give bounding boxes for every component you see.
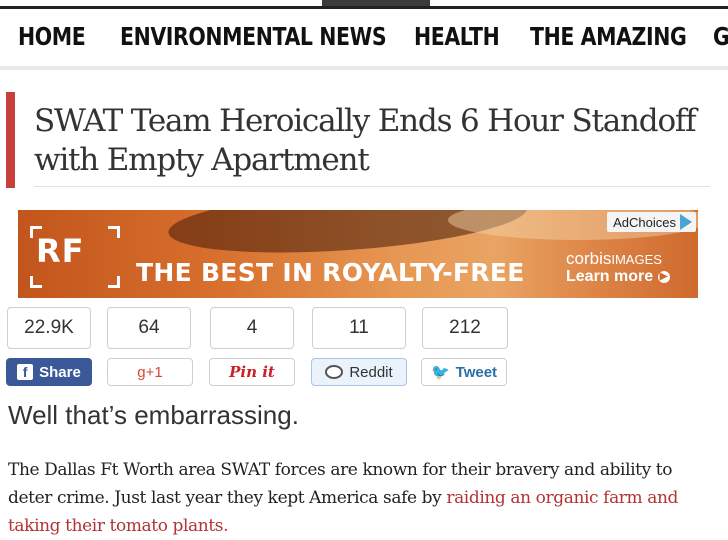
reddit-label: Reddit bbox=[349, 363, 393, 381]
facebook-share-count: 22.9K bbox=[7, 307, 91, 349]
facebook-share-button[interactable]: f Share bbox=[6, 358, 92, 386]
twitter-bird-icon: 🐦 bbox=[430, 364, 450, 381]
main-navigation: HOME ENVIRONMENTAL NEWS HEALTH THE AMAZI… bbox=[0, 9, 728, 65]
tweet-button[interactable]: 🐦 Tweet bbox=[421, 358, 507, 386]
nav-divider bbox=[0, 66, 728, 70]
nav-item-truncated[interactable]: G bbox=[713, 22, 728, 51]
ad-brand-name: corbis bbox=[566, 249, 612, 268]
ad-slogan: THE BEST IN ROYALTY-FREE bbox=[136, 258, 525, 287]
gplus-label: g+1 bbox=[137, 363, 163, 381]
ad-banner[interactable]: RF THE BEST IN ROYALTY-FREE AdChoices co… bbox=[18, 210, 698, 298]
arrow-right-icon: ▶ bbox=[657, 270, 670, 283]
pinterest-share-count: 4 bbox=[210, 307, 294, 349]
headline-divider bbox=[34, 186, 710, 187]
adchoices-label: AdChoices bbox=[613, 214, 676, 230]
rf-corner-icon bbox=[108, 226, 120, 238]
pinterest-label: Pin it bbox=[229, 363, 275, 381]
ad-rf-logo: RF bbox=[36, 232, 85, 270]
ad-brand-suffix: IMAGES bbox=[611, 252, 662, 267]
reddit-icon bbox=[325, 365, 344, 379]
nav-item-environmental-news[interactable]: ENVIRONMENTAL NEWS bbox=[120, 22, 387, 51]
adchoices-button[interactable]: AdChoices bbox=[607, 212, 696, 232]
tweet-label: Tweet bbox=[455, 363, 498, 381]
twitter-share-count: 212 bbox=[422, 307, 508, 349]
reddit-share-count: 11 bbox=[312, 307, 406, 349]
reddit-button[interactable]: Reddit bbox=[311, 358, 407, 386]
headline-accent-bar bbox=[6, 92, 15, 188]
article-body-paragraph: The Dallas Ft Worth area SWAT forces are… bbox=[8, 456, 720, 540]
facebook-share-label: Share bbox=[39, 363, 81, 381]
article-title: SWAT Team Heroically Ends 6 Hour Standof… bbox=[34, 103, 697, 178]
facebook-icon: f bbox=[17, 364, 34, 380]
ad-learn-more-link[interactable]: Learn more ▶ bbox=[566, 268, 670, 286]
nav-item-health[interactable]: HEALTH bbox=[414, 22, 500, 51]
rf-corner-icon bbox=[30, 276, 42, 288]
gplus-button[interactable]: g+1 bbox=[107, 358, 193, 386]
pinterest-button[interactable]: Pin it bbox=[209, 358, 295, 386]
rf-corner-icon bbox=[108, 276, 120, 288]
ad-learn-more-label: Learn more bbox=[566, 268, 654, 285]
gplus-share-count: 64 bbox=[107, 307, 191, 349]
adchoices-icon bbox=[680, 214, 692, 230]
nav-item-home[interactable]: HOME bbox=[18, 22, 86, 51]
article-subheading: Well that’s embarrassing. bbox=[8, 400, 299, 430]
nav-item-the-amazing[interactable]: THE AMAZING bbox=[530, 22, 687, 51]
ad-brand: corbisIMAGES bbox=[566, 249, 662, 269]
